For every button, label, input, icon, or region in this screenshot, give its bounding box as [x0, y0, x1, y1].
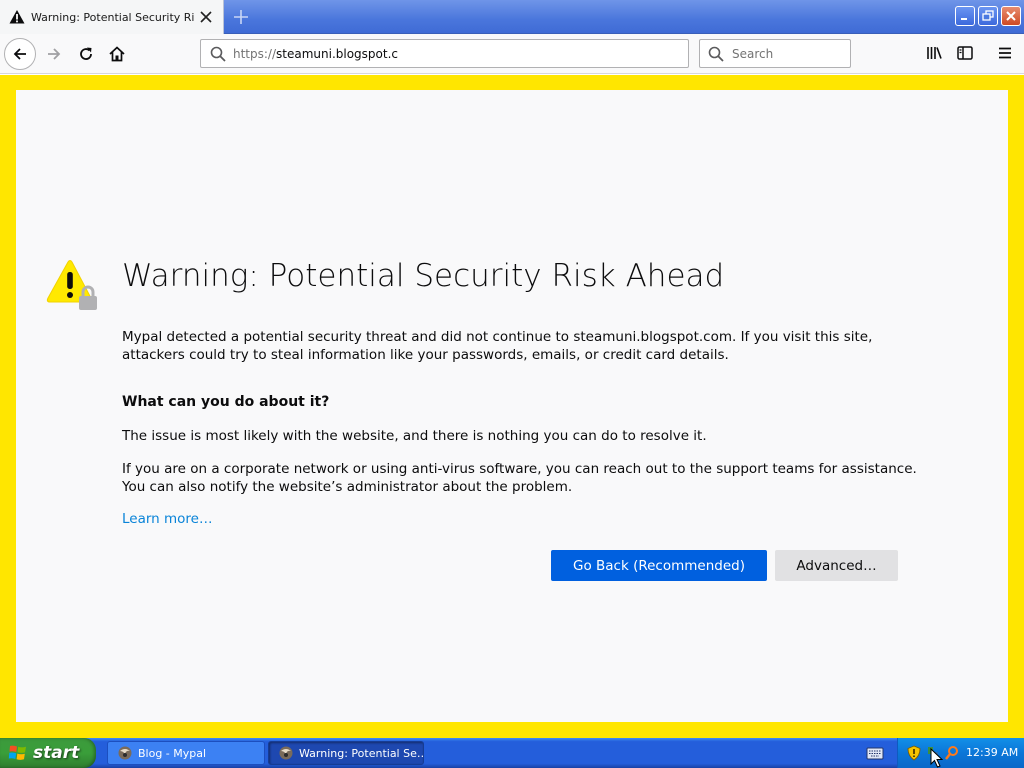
library-button[interactable]: [919, 38, 949, 68]
taskbar-item-warning[interactable]: Warning: Potential Se…: [268, 741, 424, 765]
security-shield-icon[interactable]: [906, 745, 922, 761]
taskbar: start Blog - Mypal Warning: Potential Se…: [0, 738, 1024, 768]
close-tab-icon[interactable]: [199, 10, 213, 24]
error-page: Warning: Potential Security Risk Ahead M…: [16, 90, 1008, 722]
plus-icon: [234, 10, 248, 24]
start-label: start: [33, 743, 80, 763]
content-viewport: Warning: Potential Security Risk Ahead M…: [0, 75, 1024, 738]
mypal-browser-icon: [279, 746, 293, 760]
back-button[interactable]: [4, 38, 36, 70]
hamburger-menu-icon: [999, 47, 1011, 59]
taskbar-item-label: Blog - Mypal: [138, 746, 207, 760]
close-window-button[interactable]: [1001, 6, 1021, 26]
taskbar-item-label: Warning: Potential Se…: [299, 746, 424, 760]
windows-logo-icon: [8, 745, 26, 760]
sidebar-button[interactable]: [950, 38, 980, 68]
clock[interactable]: 12:39 AM: [966, 746, 1018, 759]
start-button[interactable]: start: [0, 738, 96, 768]
minimize-button[interactable]: [955, 6, 975, 26]
learn-more-link[interactable]: Learn more…: [122, 511, 213, 527]
reload-icon: [80, 47, 92, 60]
search-icon: [210, 46, 226, 62]
tab-title: Warning: Potential Security Risk Ahead: [31, 10, 195, 24]
url-bar[interactable]: https://steamuni.blogspot.c: [200, 39, 689, 68]
tab-active[interactable]: Warning: Potential Security Risk Ahead: [0, 0, 224, 34]
error-description: Mypal detected a potential security thre…: [122, 329, 873, 363]
search-icon: [708, 46, 724, 62]
sidebar-icon: [957, 46, 973, 60]
magnifier-icon[interactable]: [944, 745, 960, 761]
mypal-browser-icon: [118, 746, 132, 760]
advanced-button[interactable]: Advanced…: [775, 550, 898, 581]
home-button[interactable]: [101, 38, 133, 70]
warning-icon: [9, 10, 25, 24]
taskbar-item-blog[interactable]: Blog - Mypal: [107, 741, 265, 765]
issue-explanation: The issue is most likely with the websit…: [122, 428, 707, 444]
search-bar[interactable]: Search: [699, 39, 851, 68]
go-back-button[interactable]: Go Back (Recommended): [551, 550, 767, 581]
url-protocol: https://: [233, 46, 277, 61]
mouse-cursor-icon: [930, 748, 944, 768]
what-can-you-do-heading: What can you do about it?: [122, 394, 330, 410]
corporate-network-advice: If you are on a corporate network or usi…: [122, 461, 917, 495]
new-tab-button[interactable]: [230, 6, 252, 28]
page-title: Warning: Potential Security Risk Ahead: [122, 258, 725, 294]
close-icon: [1006, 11, 1016, 21]
url-host: steamuni.blogspot.c: [276, 46, 398, 61]
security-warning-icon: [46, 260, 97, 310]
url-text[interactable]: https://steamuni.blogspot.c: [233, 47, 398, 61]
minimize-icon: [961, 18, 967, 20]
forward-button[interactable]: [38, 38, 70, 70]
home-icon: [109, 46, 125, 62]
arrow-right-icon: [48, 48, 61, 60]
reload-button[interactable]: [70, 38, 102, 70]
restore-icon: [982, 10, 994, 21]
library-icon: [927, 47, 942, 59]
title-bar: Warning: Potential Security Risk Ahead: [0, 0, 1024, 34]
arrow-left-icon: [13, 48, 26, 60]
keyboard-layout-icon[interactable]: [866, 745, 884, 761]
menu-button[interactable]: [990, 38, 1020, 68]
restore-button[interactable]: [978, 6, 998, 26]
search-placeholder: Search: [732, 46, 774, 61]
system-tray: 12:39 AM: [897, 738, 1024, 768]
